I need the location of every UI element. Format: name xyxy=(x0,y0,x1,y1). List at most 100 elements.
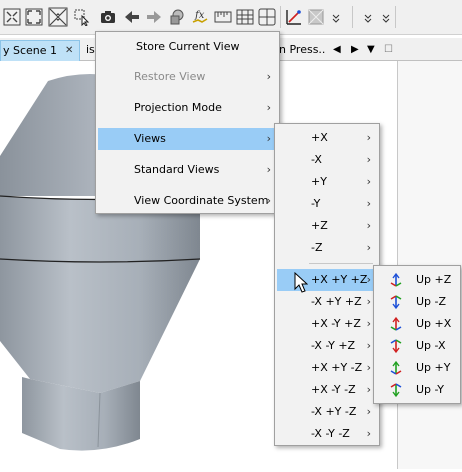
function-icon[interactable]: fx xyxy=(190,7,210,27)
overflow-chevron-2-icon[interactable] xyxy=(358,7,378,27)
submenu-arrow-icon: › xyxy=(366,361,371,374)
menu-item-view-nxpypz[interactable]: -X +Y +Z › xyxy=(277,291,377,313)
axis-up-y-icon xyxy=(390,360,402,375)
menu-item-up-nx[interactable]: Up -X xyxy=(376,335,458,357)
submenu-arrow-icon: › xyxy=(266,101,271,114)
axis-down-z-icon xyxy=(390,295,402,310)
axis-down-y-icon xyxy=(390,383,402,398)
menu-item-view-ny[interactable]: -Y › xyxy=(277,193,377,215)
view-context-menu: Store Current View Restore View › Projec… xyxy=(95,31,280,214)
menu-item-restore-view: Restore View › xyxy=(98,66,277,88)
menu-item-label: Store Current View xyxy=(136,40,240,53)
menu-item-label: Views xyxy=(134,132,166,145)
overflow-chevron-3-icon[interactable] xyxy=(376,7,396,27)
menu-item-view-nxnynz[interactable]: -X -Y -Z › xyxy=(277,423,377,445)
tab-scene-label: y Scene 1 xyxy=(3,44,58,57)
menu-item-store-current-view[interactable]: Store Current View xyxy=(98,36,277,58)
menu-item-label: +X -Y -Z xyxy=(311,383,356,396)
tab-close-icon[interactable]: ✕ xyxy=(65,41,73,61)
submenu-arrow-icon: › xyxy=(366,317,371,330)
tab-third-label: n Press... xyxy=(279,43,325,56)
menu-item-view-nxnypz[interactable]: -X -Y +Z › xyxy=(277,335,377,357)
menu-item-up-px[interactable]: Up +X xyxy=(376,313,458,335)
menu-item-view-pxpypz[interactable]: +X +Y +Z › xyxy=(277,269,377,291)
menu-item-label: +Z xyxy=(311,219,328,232)
submenu-arrow-icon: › xyxy=(366,241,371,254)
tab-second[interactable]: is xyxy=(82,40,96,60)
menu-item-label: -X +Y +Z xyxy=(311,295,362,308)
submenu-arrow-icon: › xyxy=(366,175,371,188)
frame-icon[interactable] xyxy=(306,7,326,27)
menu-item-view-nx[interactable]: -X › xyxy=(277,149,377,171)
menu-item-standard-views[interactable]: Standard Views › xyxy=(98,159,277,181)
menu-item-view-py[interactable]: +Y › xyxy=(277,171,377,193)
submenu-arrow-icon: › xyxy=(366,339,371,352)
menu-item-label: -X xyxy=(311,153,322,166)
menu-item-view-coordinate-system[interactable]: View Coordinate System › xyxy=(98,190,277,212)
up-direction-submenu: Up +Z Up -Z Up +X Up -X Up +Y Up -Y xyxy=(373,265,461,404)
menu-item-label: -Z xyxy=(311,241,323,254)
menu-item-up-nz[interactable]: Up -Z xyxy=(376,291,458,313)
submenu-arrow-icon: › xyxy=(366,295,371,308)
tab-scroll-right-icon[interactable]: ▶ xyxy=(351,40,359,60)
mouse-cursor-icon xyxy=(294,272,308,293)
menu-item-view-nz[interactable]: -Z › xyxy=(277,237,377,259)
menu-item-label: View Coordinate System xyxy=(134,194,269,207)
menu-item-label: -Y xyxy=(311,197,321,210)
tab-list-icon[interactable]: ▼ xyxy=(367,40,375,60)
menu-item-view-pxnynz[interactable]: +X -Y -Z › xyxy=(277,379,377,401)
menu-item-views[interactable]: Views › xyxy=(98,128,277,150)
menu-item-view-pz[interactable]: +Z › xyxy=(277,215,377,237)
axis-down-x-icon xyxy=(390,339,402,354)
menu-item-label: Up +Z xyxy=(416,273,452,286)
grid-icon[interactable] xyxy=(257,7,277,27)
overflow-chevron-icon[interactable] xyxy=(326,7,346,27)
submenu-arrow-icon: › xyxy=(366,405,371,418)
submenu-arrow-icon: › xyxy=(366,219,371,232)
menu-item-label: +X +Y +Z xyxy=(311,273,368,286)
table-icon[interactable] xyxy=(235,7,255,27)
submenu-arrow-icon: › xyxy=(266,194,271,207)
select-icon[interactable] xyxy=(72,7,92,27)
menu-item-view-pxnypz[interactable]: +X -Y +Z › xyxy=(277,313,377,335)
submenu-arrow-icon: › xyxy=(266,163,271,176)
views-submenu: +X › -X › +Y › -Y › +Z › -Z › +X +Y +Z › -X +Y … xyxy=(274,123,380,446)
axes-icon[interactable] xyxy=(284,7,304,27)
menu-item-up-py[interactable]: Up +Y xyxy=(376,357,458,379)
menu-item-label: +Y xyxy=(311,175,327,188)
menu-item-up-ny[interactable]: Up -Y xyxy=(376,379,458,401)
menu-item-label: Projection Mode xyxy=(134,101,222,114)
tab-scene[interactable]: y Scene 1 ✕ xyxy=(0,40,80,61)
objects-icon[interactable] xyxy=(167,7,187,27)
menu-item-projection-mode[interactable]: Projection Mode › xyxy=(98,97,277,119)
menu-item-label: Up -Z xyxy=(416,295,447,308)
ruler-icon[interactable] xyxy=(213,7,233,27)
toolbar: fx xyxy=(0,0,462,35)
forward-arrow-icon[interactable] xyxy=(144,7,164,27)
menu-item-label: Up +X xyxy=(416,317,452,330)
axis-up-x-icon xyxy=(390,316,402,331)
submenu-arrow-icon: › xyxy=(366,153,371,166)
menu-item-view-px[interactable]: +X › xyxy=(277,127,377,149)
menu-item-label: Standard Views xyxy=(134,163,220,176)
menu-item-view-nxpynz[interactable]: -X +Y -Z › xyxy=(277,401,377,423)
maximize-icon[interactable]: ☐ xyxy=(384,40,393,60)
menu-item-label: -X -Y -Z xyxy=(311,427,350,440)
camera-icon[interactable] xyxy=(98,7,118,27)
menu-item-up-pz[interactable]: Up +Z xyxy=(376,269,458,291)
menu-item-label: -X -Y +Z xyxy=(311,339,356,352)
menu-item-label: Restore View xyxy=(134,70,206,83)
menu-item-label: +X xyxy=(311,131,328,144)
menu-item-view-pxpynz[interactable]: +X +Y -Z › xyxy=(277,357,377,379)
zoom-all-icon[interactable] xyxy=(24,7,44,27)
submenu-arrow-icon: › xyxy=(266,132,271,145)
fit-view-icon[interactable] xyxy=(2,7,22,27)
zoom-box-icon[interactable] xyxy=(48,7,68,27)
back-arrow-icon[interactable] xyxy=(122,7,142,27)
tab-third[interactable]: n Press... xyxy=(279,40,325,60)
menu-item-label: Up -X xyxy=(416,339,446,352)
tab-scroll-left-icon[interactable]: ◀ xyxy=(333,40,341,60)
submenu-arrow-icon: › xyxy=(366,427,371,440)
menu-item-label: Up +Y xyxy=(416,361,451,374)
submenu-arrow-icon: › xyxy=(266,70,271,83)
